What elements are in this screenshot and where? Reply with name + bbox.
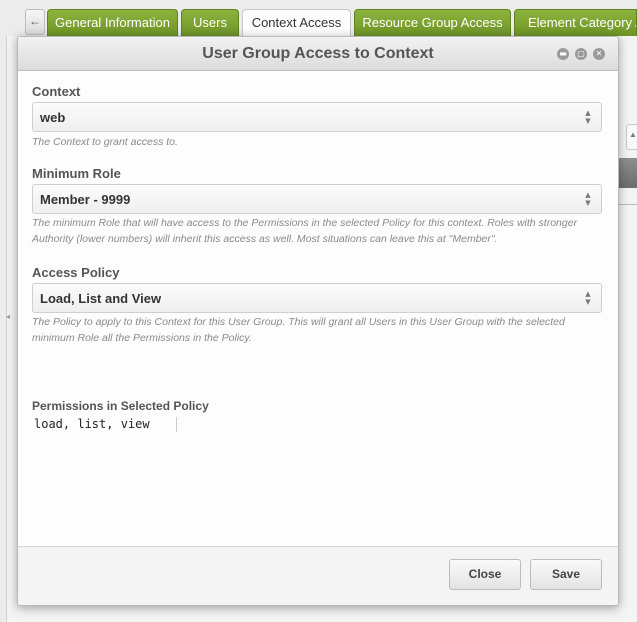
background-header-strip [619, 158, 637, 188]
tab-element-category-access[interactable]: Element Category Access [514, 9, 637, 36]
background-divider [619, 204, 637, 205]
permissions-label: Permissions in Selected Policy [32, 399, 209, 413]
close-button[interactable]: Close [449, 559, 521, 590]
minimize-icon[interactable]: ▬ [557, 48, 569, 60]
close-icon[interactable]: ✕ [593, 48, 605, 60]
context-value: web [40, 110, 66, 125]
select-arrows-icon: ▲ ▼ [585, 290, 591, 306]
back-arrow-button[interactable]: ← [25, 9, 45, 35]
dialog-title: User Group Access to Context [202, 45, 434, 62]
dialog-header[interactable]: User Group Access to Context ▬ ▢ ✕ [18, 37, 618, 71]
permissions-value: load, list, view [34, 417, 150, 431]
tab-resource-group-access[interactable]: Resource Group Access [354, 9, 511, 36]
context-help: The Context to grant access to. [32, 136, 178, 148]
minimum-role-help: The minimum Role that will have access t… [32, 217, 578, 245]
user-group-access-dialog: User Group Access to Context ▬ ▢ ✕ Conte… [17, 36, 619, 606]
access-policy-help: The Policy to apply to this Context for … [32, 316, 565, 344]
minimum-role-value: Member - 9999 [40, 192, 131, 207]
context-select[interactable]: web ▲ ▼ [32, 102, 602, 132]
back-arrow-icon: ← [29, 14, 41, 28]
tab-context-access[interactable]: Context Access [242, 9, 351, 38]
maximize-icon[interactable]: ▢ [575, 48, 587, 60]
tab-users[interactable]: Users [181, 9, 239, 36]
select-arrows-icon: ▲ ▼ [585, 191, 591, 207]
minimum-role-label: Minimum Role [32, 166, 121, 181]
save-button[interactable]: Save [530, 559, 602, 590]
context-label: Context [32, 84, 81, 99]
select-arrows-icon: ▲ [629, 130, 637, 139]
access-policy-value: Load, List and View [40, 291, 162, 306]
minimum-role-select[interactable]: Member - 9999 ▲ ▼ [32, 184, 602, 214]
access-policy-select[interactable]: Load, List and View ▲ ▼ [32, 283, 602, 313]
text-cursor [176, 417, 177, 432]
background-select: ▲ [626, 124, 637, 150]
dialog-body: Context web ▲ ▼ The Context to grant acce… [18, 71, 618, 547]
dialog-footer: Close Save [18, 546, 618, 605]
collapse-arrow-icon[interactable]: ◂ [6, 312, 12, 326]
select-arrows-icon: ▲ ▼ [585, 109, 591, 125]
tab-general-information[interactable]: General Information [47, 9, 178, 36]
access-policy-label: Access Policy [32, 265, 120, 280]
